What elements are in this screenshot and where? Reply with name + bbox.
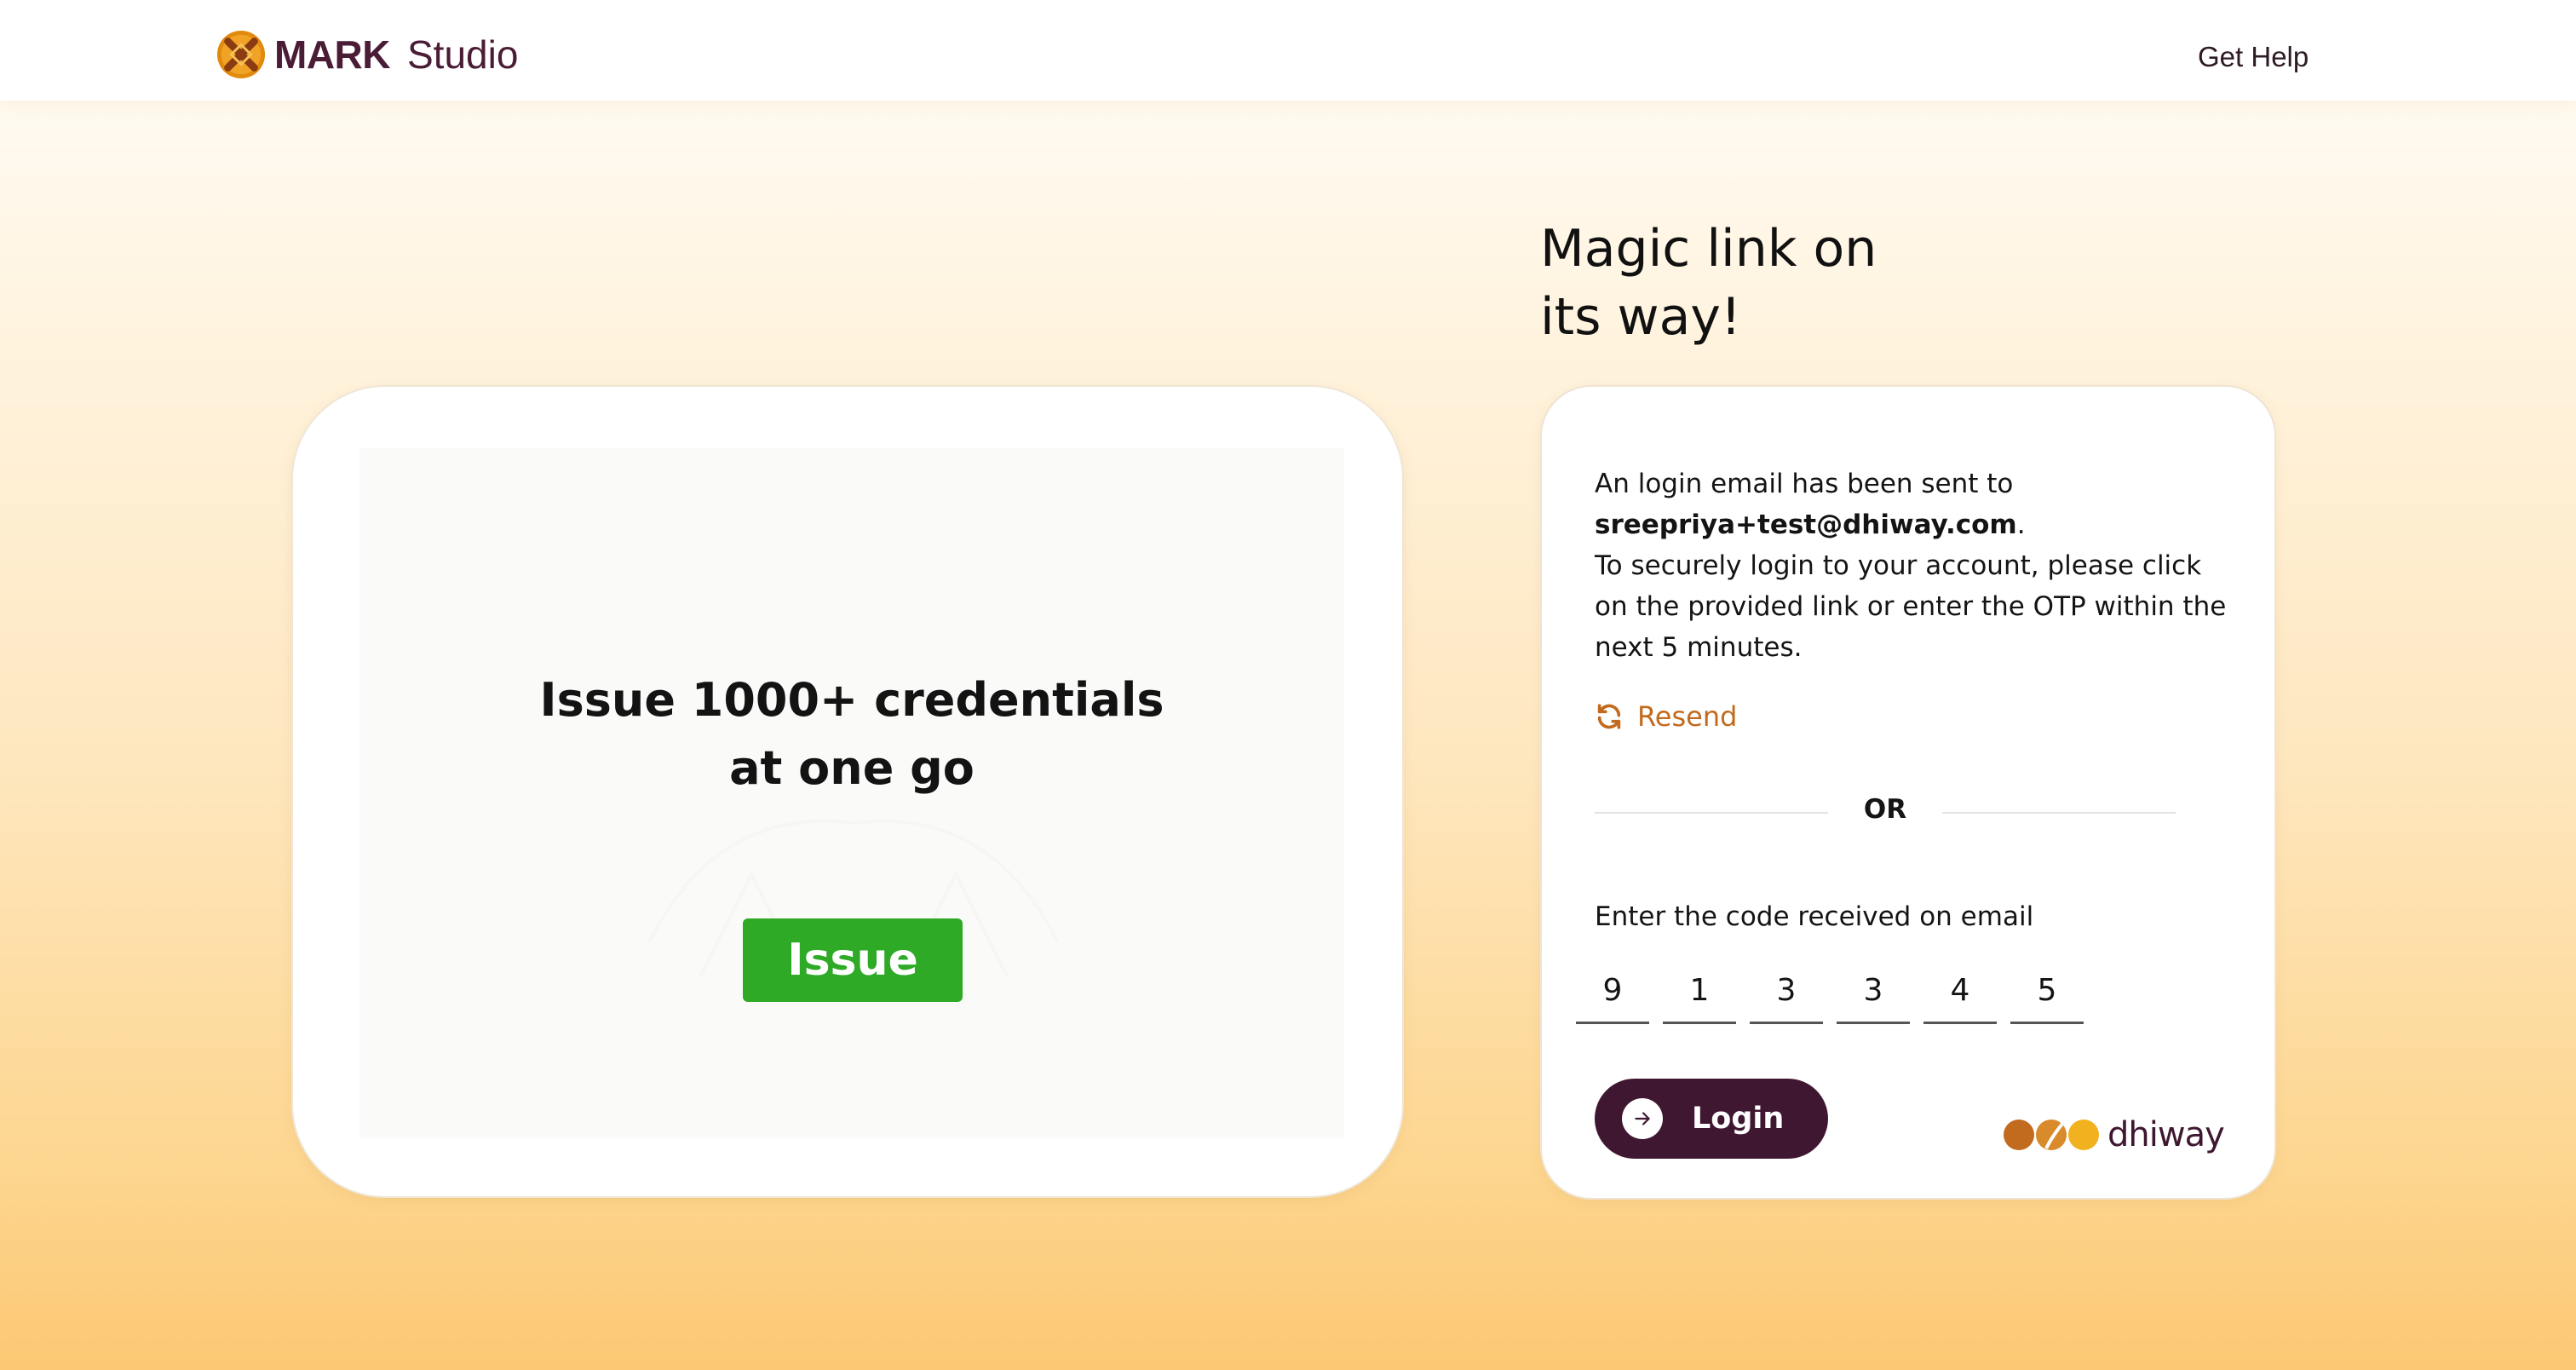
promo-title: Issue 1000+ credentials at one go bbox=[359, 666, 1344, 803]
login-card: An login email has been sent to sreepriy… bbox=[1540, 385, 2276, 1200]
otp-digit-1[interactable] bbox=[1576, 959, 1649, 1024]
otp-digit-3[interactable] bbox=[1750, 959, 1823, 1024]
promo-title-line1: Issue 1000+ credentials bbox=[539, 673, 1164, 727]
or-divider: OR bbox=[1595, 791, 2176, 833]
otp-digit-6[interactable] bbox=[2010, 959, 2084, 1024]
login-label: Login bbox=[1692, 1102, 1785, 1136]
dhiway-brand-text: dhiway bbox=[2107, 1115, 2225, 1154]
dhiway-logo-icon bbox=[2004, 1120, 2099, 1150]
promo-illustration: Issue 1000+ credentials at one go Issue bbox=[359, 448, 1344, 1138]
page-title: Magic link on its way! bbox=[1540, 215, 1983, 351]
divider-line-right bbox=[1942, 812, 2176, 814]
mark-studio-logo[interactable]: MARK Studio bbox=[216, 29, 518, 80]
message-body: To securely login to your account, pleas… bbox=[1595, 550, 2227, 663]
message-prefix: An login email has been sent to bbox=[1595, 469, 2014, 499]
page-title-line1: Magic link on bbox=[1540, 219, 1877, 279]
or-text: OR bbox=[1863, 794, 1907, 825]
email-suffix: . bbox=[2016, 509, 2026, 540]
dhiway-brand: dhiway bbox=[2002, 1113, 2225, 1157]
login-button[interactable]: Login bbox=[1595, 1079, 1828, 1159]
page-title-line2: its way! bbox=[1540, 287, 1741, 347]
resend-label: Resend bbox=[1637, 700, 1738, 733]
get-help-link[interactable]: Get Help bbox=[2198, 41, 2309, 73]
issue-button[interactable]: Issue bbox=[743, 918, 963, 1002]
resend-button[interactable]: Resend bbox=[1595, 695, 1737, 738]
code-label: Enter the code received on email bbox=[1595, 901, 2034, 932]
logo-text-mark: MARK bbox=[274, 32, 390, 77]
divider-line-left bbox=[1595, 812, 1828, 814]
refresh-icon bbox=[1597, 704, 1621, 729]
mark-logo-icon bbox=[216, 30, 266, 79]
otp-digit-2[interactable] bbox=[1663, 959, 1736, 1024]
email-sent-message: An login email has been sent to sreepriy… bbox=[1595, 463, 2242, 668]
otp-digit-4[interactable] bbox=[1837, 959, 1910, 1024]
promo-title-line2: at one go bbox=[729, 741, 975, 795]
otp-input-group bbox=[1576, 959, 2084, 1028]
top-header: MARK Studio Get Help bbox=[0, 0, 2576, 101]
promo-card: Issue 1000+ credentials at one go Issue bbox=[291, 385, 1404, 1198]
sent-email-address: sreepriya+test@dhiway.com bbox=[1595, 509, 2017, 540]
logo-text-studio: Studio bbox=[406, 32, 519, 77]
arrow-right-icon bbox=[1622, 1098, 1663, 1139]
otp-digit-5[interactable] bbox=[1923, 959, 1997, 1024]
